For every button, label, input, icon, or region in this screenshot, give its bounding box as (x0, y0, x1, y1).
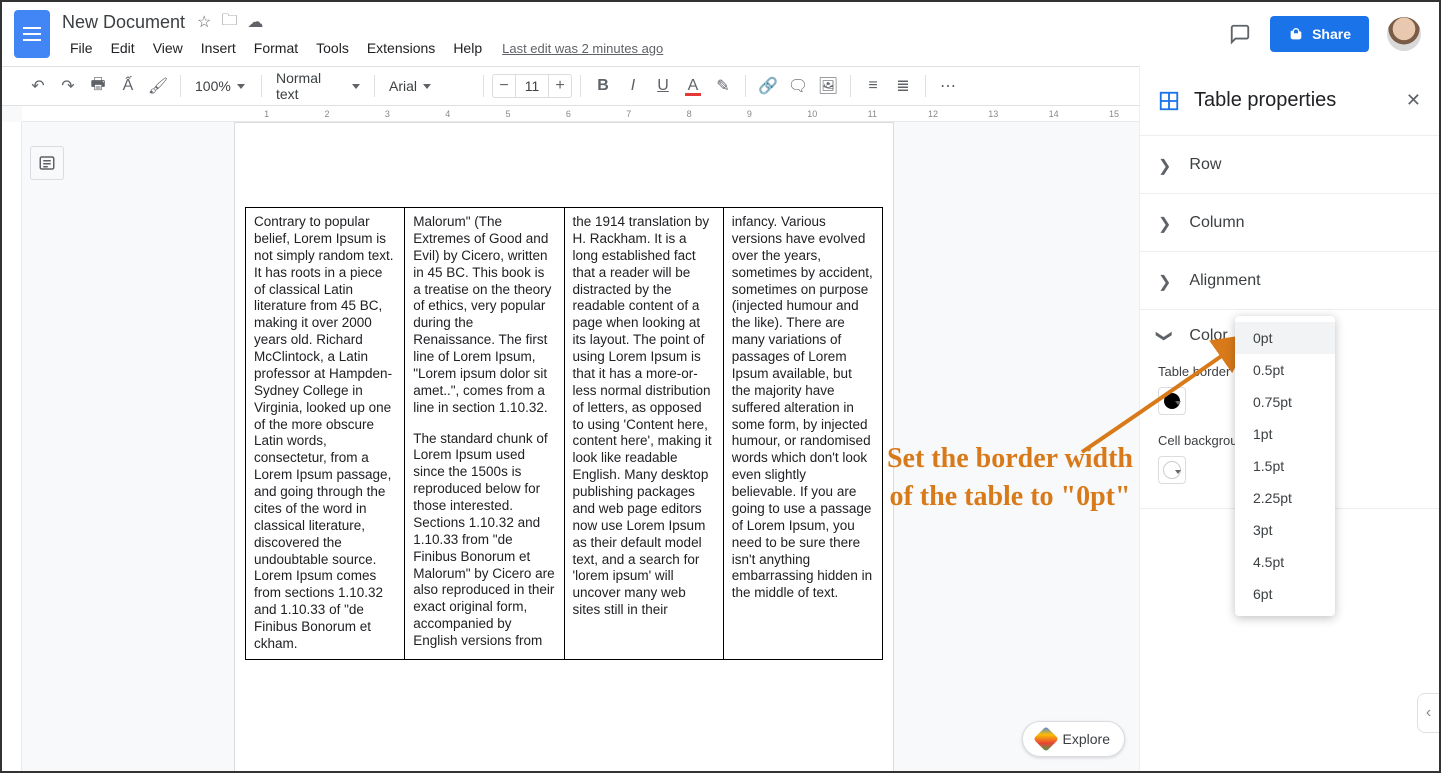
chevron-down-icon (352, 84, 360, 89)
border-width-dropdown: 0pt0.5pt0.75pt1pt1.5pt2.25pt3pt4.5pt6pt (1235, 316, 1335, 616)
panel-title: Table properties (1194, 89, 1392, 112)
explore-button[interactable]: Explore (1022, 721, 1125, 757)
cloud-status-icon[interactable]: ☁ (247, 12, 263, 32)
menu-help[interactable]: Help (445, 38, 490, 58)
vertical-ruler (2, 122, 22, 771)
more-button[interactable]: ⋯ (934, 72, 962, 100)
table-border-color-swatch[interactable] (1158, 387, 1186, 415)
menu-extensions[interactable]: Extensions (359, 38, 443, 58)
table-cell[interactable]: Malorum" (The Extremes of Good and Evil)… (405, 208, 564, 660)
document-workspace: 123456789101112131415 Contrary to popula… (2, 106, 1139, 771)
insert-link-button[interactable]: 🔗 (754, 72, 782, 100)
account-avatar[interactable] (1387, 17, 1421, 51)
chevron-right-icon: ❯ (1158, 156, 1171, 176)
table-icon (1158, 90, 1180, 112)
menu-tools[interactable]: Tools (308, 38, 357, 58)
docs-logo[interactable] (2, 2, 62, 66)
menu-file[interactable]: File (62, 38, 101, 58)
menu-edit[interactable]: Edit (103, 38, 143, 58)
menu-format[interactable]: Format (246, 38, 306, 58)
insert-comment-button[interactable]: 🗨 (784, 72, 812, 100)
explore-icon (1033, 726, 1058, 751)
title-zone: New Document ☆ 🗀 ☁ File Edit View Insert… (62, 2, 1228, 66)
chevron-right-icon: ❯ (1158, 272, 1171, 292)
insert-image-button[interactable]: 🖼 (814, 72, 842, 100)
share-button[interactable]: Share (1270, 16, 1369, 52)
chevron-down-icon: ❯ (1155, 329, 1175, 342)
panel-row-column[interactable]: ❯ Column (1140, 194, 1439, 252)
star-icon[interactable]: ☆ (197, 12, 211, 32)
last-edit-status[interactable]: Last edit was 2 minutes ago (502, 41, 663, 56)
panel-row-alignment[interactable]: ❯ Alignment (1140, 252, 1439, 310)
explore-label: Explore (1063, 731, 1110, 747)
document-title[interactable]: New Document (62, 12, 185, 33)
font-family-select[interactable]: Arial (383, 73, 475, 99)
italic-button[interactable]: I (619, 72, 647, 100)
paint-format-button[interactable]: 🖌 (144, 72, 172, 100)
redo-button[interactable]: ↷ (54, 72, 82, 100)
font-size-increase[interactable]: + (548, 74, 572, 98)
border-width-option[interactable]: 0.5pt (1235, 354, 1335, 386)
border-width-option[interactable]: 0pt (1235, 322, 1335, 354)
table-row: Contrary to popular belief, Lorem Ipsum … (246, 208, 883, 660)
spellcheck-button[interactable]: Ấ (114, 72, 142, 100)
border-width-option[interactable]: 6pt (1235, 578, 1335, 610)
line-spacing-button[interactable]: ≣ (889, 72, 917, 100)
text-color-button[interactable]: A (679, 72, 707, 100)
font-size-decrease[interactable]: − (492, 74, 516, 98)
table-cell[interactable]: Contrary to popular belief, Lorem Ipsum … (246, 208, 405, 660)
comments-icon[interactable] (1228, 22, 1252, 46)
side-panel-collapse-tab[interactable]: ‹ (1417, 693, 1439, 733)
table-cell[interactable]: the 1914 translation by H. Rackham. It i… (564, 208, 723, 660)
border-width-option[interactable]: 3pt (1235, 514, 1335, 546)
chevron-down-icon (423, 84, 431, 89)
undo-button[interactable]: ↶ (24, 72, 52, 100)
document-outline-button[interactable] (30, 146, 64, 180)
zoom-select[interactable]: 100% (189, 73, 253, 99)
cell-background-color-swatch[interactable] (1158, 456, 1186, 484)
menu-insert[interactable]: Insert (193, 38, 244, 58)
share-label: Share (1312, 26, 1351, 42)
panel-row-row[interactable]: ❯ Row (1140, 136, 1439, 194)
chevron-right-icon: ❯ (1158, 214, 1171, 234)
align-button[interactable]: ≡ (859, 72, 887, 100)
menu-bar: File Edit View Insert Format Tools Exten… (62, 38, 1228, 58)
border-width-option[interactable]: 2.25pt (1235, 482, 1335, 514)
move-icon[interactable]: 🗀 (221, 9, 237, 36)
border-width-option[interactable]: 1pt (1235, 418, 1335, 450)
paragraph-style-select[interactable]: Normal text (270, 73, 366, 99)
menu-view[interactable]: View (145, 38, 191, 58)
bold-button[interactable]: B (589, 72, 617, 100)
border-width-option[interactable]: 4.5pt (1235, 546, 1335, 578)
chevron-down-icon (237, 84, 245, 89)
document-table[interactable]: Contrary to popular belief, Lorem Ipsum … (245, 207, 883, 660)
font-size-value[interactable]: 11 (516, 74, 548, 98)
underline-button[interactable]: U (649, 72, 677, 100)
font-size-control: − 11 + (492, 74, 572, 98)
highlight-button[interactable]: ✎ (709, 72, 737, 100)
document-page[interactable]: Contrary to popular belief, Lorem Ipsum … (234, 122, 894, 771)
table-cell[interactable]: infancy. Various versions have evolved o… (723, 208, 882, 660)
app-bar: New Document ☆ 🗀 ☁ File Edit View Insert… (2, 2, 1439, 66)
close-panel-button[interactable]: ✕ (1406, 90, 1421, 111)
print-button[interactable]: 🖶 (84, 72, 112, 100)
horizontal-ruler: 123456789101112131415 (22, 106, 1139, 122)
border-width-option[interactable]: 1.5pt (1235, 450, 1335, 482)
border-width-option[interactable]: 0.75pt (1235, 386, 1335, 418)
